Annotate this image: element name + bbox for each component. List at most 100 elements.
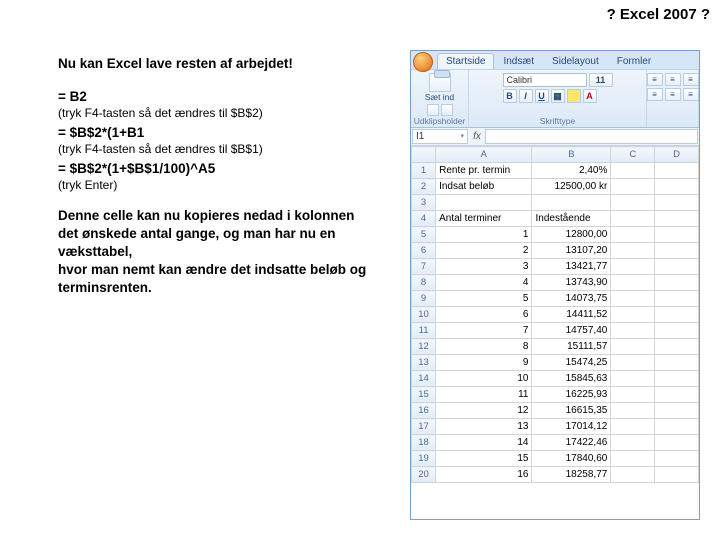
col-header-a[interactable]: A	[436, 147, 532, 163]
cell-a[interactable]: 3	[436, 259, 532, 275]
cell-c[interactable]	[611, 339, 655, 355]
table-row[interactable]: 1Rente pr. termin2,40%	[412, 163, 699, 179]
cell-d[interactable]	[655, 387, 699, 403]
cell-d[interactable]	[655, 435, 699, 451]
cell-b[interactable]: 14073,75	[532, 291, 611, 307]
underline-button[interactable]: U	[535, 89, 549, 103]
cell-d[interactable]	[655, 451, 699, 467]
row-header[interactable]: 18	[412, 435, 436, 451]
row-header[interactable]: 10	[412, 307, 436, 323]
row-header[interactable]: 20	[412, 467, 436, 483]
table-row[interactable]: 11714757,40	[412, 323, 699, 339]
cell-b[interactable]: 12500,00 kr	[532, 179, 611, 195]
cell-c[interactable]	[611, 371, 655, 387]
table-row[interactable]: 141015845,63	[412, 371, 699, 387]
italic-button[interactable]: I	[519, 89, 533, 103]
cell-b[interactable]: 16225,93	[532, 387, 611, 403]
cell-c[interactable]	[611, 195, 655, 211]
table-row[interactable]: 10614411,52	[412, 307, 699, 323]
row-header[interactable]: 4	[412, 211, 436, 227]
cell-a[interactable]: 11	[436, 387, 532, 403]
cell-b[interactable]: 15111,57	[532, 339, 611, 355]
row-header[interactable]: 19	[412, 451, 436, 467]
border-button[interactable]: ▦	[551, 89, 565, 103]
row-header[interactable]: 9	[412, 291, 436, 307]
cell-a[interactable]: 9	[436, 355, 532, 371]
cell-d[interactable]	[655, 355, 699, 371]
cell-c[interactable]	[611, 179, 655, 195]
column-headers[interactable]: A B C D	[412, 147, 699, 163]
table-row[interactable]: 8413743,90	[412, 275, 699, 291]
cell-c[interactable]	[611, 451, 655, 467]
cell-c[interactable]	[611, 435, 655, 451]
cell-b[interactable]: 17840,60	[532, 451, 611, 467]
cell-a[interactable]: 10	[436, 371, 532, 387]
cell-a[interactable]: 6	[436, 307, 532, 323]
row-header[interactable]: 12	[412, 339, 436, 355]
cell-c[interactable]	[611, 467, 655, 483]
table-row[interactable]: 2Indsat beløb12500,00 kr	[412, 179, 699, 195]
table-row[interactable]: 151116225,93	[412, 387, 699, 403]
cell-c[interactable]	[611, 291, 655, 307]
cell-b[interactable]: 15474,25	[532, 355, 611, 371]
cell-a[interactable]: Antal terminer	[436, 211, 532, 227]
table-row[interactable]: 9514073,75	[412, 291, 699, 307]
paste-icon[interactable]	[429, 73, 451, 92]
cell-c[interactable]	[611, 211, 655, 227]
select-all-corner[interactable]	[412, 147, 436, 163]
fill-color-button[interactable]	[567, 89, 581, 103]
table-row[interactable]: 4Antal terminerIndestående	[412, 211, 699, 227]
cell-a[interactable]: 15	[436, 451, 532, 467]
cell-a[interactable]: 13	[436, 419, 532, 435]
row-header[interactable]: 15	[412, 387, 436, 403]
cell-c[interactable]	[611, 419, 655, 435]
cell-a[interactable]: 12	[436, 403, 532, 419]
cell-c[interactable]	[611, 243, 655, 259]
cell-b[interactable]: 17014,12	[532, 419, 611, 435]
cell-a[interactable]: 16	[436, 467, 532, 483]
tab-sidelayout[interactable]: Sidelayout	[543, 53, 608, 69]
cell-a[interactable]: 5	[436, 291, 532, 307]
cell-a[interactable]	[436, 195, 532, 211]
table-row[interactable]: 181417422,46	[412, 435, 699, 451]
table-row[interactable]: 5112800,00	[412, 227, 699, 243]
cell-c[interactable]	[611, 227, 655, 243]
cell-d[interactable]	[655, 227, 699, 243]
cell-b[interactable]: 15845,63	[532, 371, 611, 387]
font-color-button[interactable]: A	[583, 89, 597, 103]
cell-b[interactable]: 14411,52	[532, 307, 611, 323]
table-row[interactable]: 3	[412, 195, 699, 211]
cell-b[interactable]: 13743,90	[532, 275, 611, 291]
row-header[interactable]: 17	[412, 419, 436, 435]
cell-a[interactable]: 4	[436, 275, 532, 291]
cell-b[interactable]	[532, 195, 611, 211]
row-header[interactable]: 16	[412, 403, 436, 419]
cell-b[interactable]: Indestående	[532, 211, 611, 227]
align-center-icon[interactable]: ≡	[665, 88, 681, 101]
cell-d[interactable]	[655, 163, 699, 179]
table-row[interactable]: 6213107,20	[412, 243, 699, 259]
office-button-icon[interactable]	[413, 52, 433, 72]
cell-c[interactable]	[611, 163, 655, 179]
row-header[interactable]: 14	[412, 371, 436, 387]
cell-c[interactable]	[611, 355, 655, 371]
row-header[interactable]: 1	[412, 163, 436, 179]
cell-d[interactable]	[655, 403, 699, 419]
cell-c[interactable]	[611, 275, 655, 291]
cell-b[interactable]: 18258,77	[532, 467, 611, 483]
align-left-icon[interactable]: ≡	[647, 88, 663, 101]
cell-c[interactable]	[611, 323, 655, 339]
row-header[interactable]: 6	[412, 243, 436, 259]
tab-formler[interactable]: Formler	[608, 53, 660, 69]
cell-b[interactable]: 14757,40	[532, 323, 611, 339]
cell-c[interactable]	[611, 403, 655, 419]
row-header[interactable]: 11	[412, 323, 436, 339]
cell-a[interactable]: 8	[436, 339, 532, 355]
row-header[interactable]: 2	[412, 179, 436, 195]
cell-d[interactable]	[655, 307, 699, 323]
copy-icon[interactable]	[441, 104, 453, 116]
tab-indsaet[interactable]: Indsæt	[494, 53, 543, 69]
cell-d[interactable]	[655, 467, 699, 483]
col-header-b[interactable]: B	[532, 147, 611, 163]
row-header[interactable]: 13	[412, 355, 436, 371]
